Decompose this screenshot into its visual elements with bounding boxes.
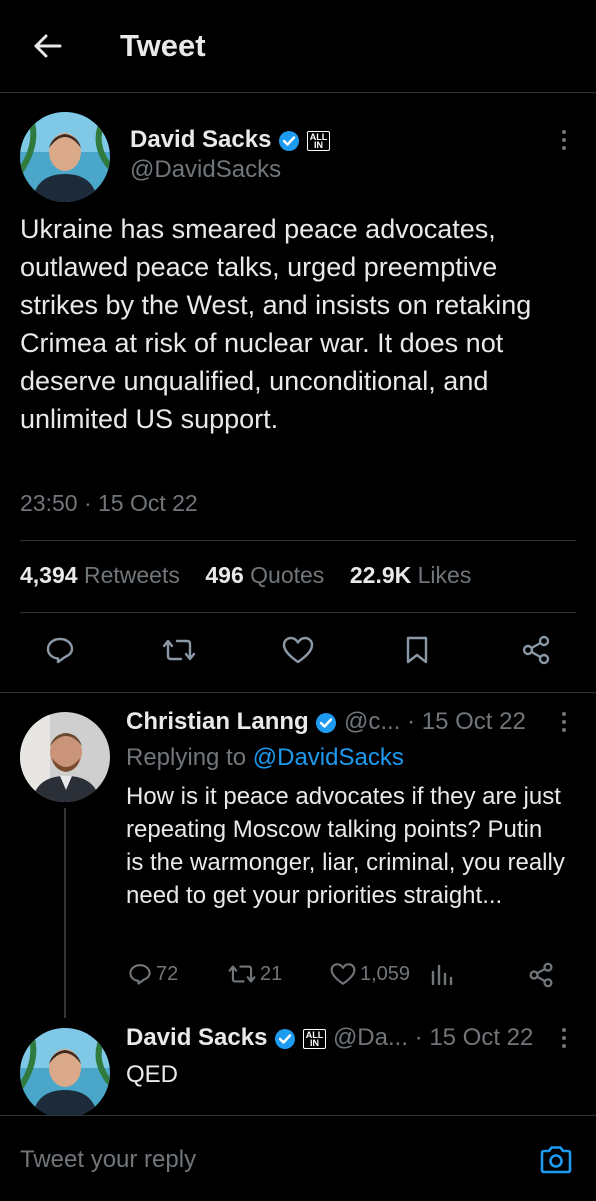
- share-icon[interactable]: [516, 630, 556, 670]
- retweet-count: 21: [260, 962, 283, 985]
- all-in-affiliate-badge[interactable]: ALL IN: [302, 1028, 327, 1049]
- reply-text: QED: [126, 1061, 179, 1088]
- likes-stat[interactable]: 22.9K Likes: [350, 562, 471, 588]
- engagement-stats: 4,394 Retweets 496 Quotes 22.9K Likes: [20, 562, 471, 589]
- reply-author-name[interactable]: Christian Lanng: [126, 708, 309, 735]
- reply-icon[interactable]: [40, 630, 80, 670]
- reply-author-handle[interactable]: @c...: [344, 708, 400, 735]
- like-heart-icon[interactable]: [278, 630, 318, 670]
- top-bar: [0, 0, 596, 93]
- page-title: Tweet: [120, 28, 206, 63]
- divider: [20, 540, 576, 541]
- replying-to-label: Replying to: [126, 744, 247, 771]
- more-options-icon[interactable]: [559, 712, 569, 732]
- reply-like-button[interactable]: 1,059: [330, 962, 410, 986]
- share-icon[interactable]: [528, 962, 554, 988]
- reply-author-avatar[interactable]: [20, 1028, 110, 1118]
- reply-date: · 15 Oct 22: [407, 708, 526, 735]
- verified-badge-icon: [274, 1028, 296, 1050]
- bookmark-icon[interactable]: [397, 630, 437, 670]
- divider: [0, 692, 596, 693]
- like-count: 1,059: [360, 962, 411, 985]
- reply-date: · 15 Oct 22: [414, 1024, 534, 1051]
- retweets-stat[interactable]: 4,394 Retweets: [20, 562, 180, 588]
- author-handle[interactable]: @DavidSacks: [130, 156, 281, 184]
- badge-line-2: IN: [314, 139, 324, 150]
- analytics-icon[interactable]: [430, 962, 454, 986]
- divider: [20, 612, 576, 613]
- badge-line-2: IN: [310, 1037, 320, 1048]
- author-avatar[interactable]: [20, 112, 110, 202]
- reply-reply-button[interactable]: 72: [128, 962, 178, 986]
- replying-to-handle-link[interactable]: @DavidSacks: [253, 744, 404, 771]
- author-name[interactable]: David Sacks: [130, 126, 271, 153]
- all-in-affiliate-badge[interactable]: ALL IN: [306, 130, 331, 151]
- like-heart-icon: [330, 963, 356, 985]
- reply-author-avatar[interactable]: [20, 712, 110, 802]
- reply-icon: [129, 964, 151, 985]
- tweet-text: Ukraine has smeared peace advocates, out…: [20, 214, 532, 434]
- quotes-stat[interactable]: 496 Quotes: [205, 562, 324, 588]
- replying-to: Replying to @DavidSacks: [126, 744, 404, 772]
- back-arrow-icon[interactable]: [28, 26, 68, 66]
- verified-badge-icon: [315, 712, 337, 734]
- reply-input[interactable]: Tweet your reply: [20, 1146, 196, 1174]
- retweet-icon[interactable]: [159, 630, 199, 670]
- camera-icon[interactable]: [536, 1140, 576, 1180]
- more-options-icon[interactable]: [559, 1028, 569, 1048]
- thread-connector-line: [64, 808, 66, 1018]
- tweet-action-bar: [0, 630, 596, 680]
- retweet-icon: [228, 965, 256, 983]
- tweet-timestamp: 23:50 · 15 Oct 22: [20, 490, 198, 516]
- more-options-icon[interactable]: [559, 130, 569, 150]
- reply-author-handle[interactable]: @Da...: [333, 1024, 408, 1051]
- reply-retweet-button[interactable]: 21: [228, 962, 282, 986]
- reply-text: How is it peace advocates if they are ju…: [126, 783, 565, 909]
- reply-count: 72: [156, 962, 179, 985]
- verified-badge-icon: [278, 130, 300, 152]
- reply-author-name[interactable]: David Sacks: [126, 1024, 267, 1051]
